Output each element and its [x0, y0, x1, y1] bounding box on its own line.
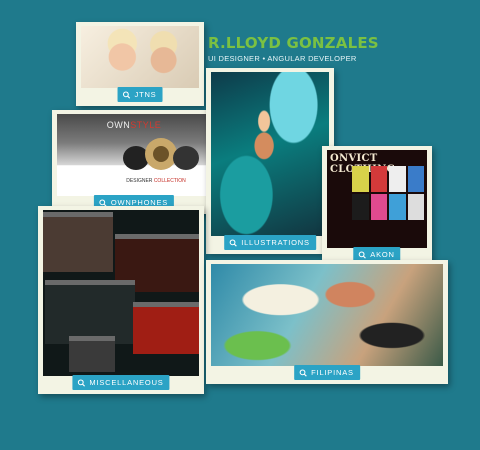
zoom-icon: [299, 368, 307, 377]
portfolio-label-jtns[interactable]: JTNS: [117, 87, 163, 102]
filipinas-thumbnail: [211, 264, 443, 366]
portfolio-card-illustrations[interactable]: ILLUSTRATIONS: [206, 68, 334, 254]
site-title: R.LLOYD GONZALES: [208, 34, 379, 52]
portfolio-label-text: ILLUSTRATIONS: [241, 238, 310, 247]
portfolio-card-miscellaneous[interactable]: MISCELLANEOUS: [38, 206, 204, 394]
miscellaneous-thumbnail: [43, 210, 199, 376]
zoom-icon: [77, 378, 86, 387]
portfolio-label-text: MISCELLANEOUS: [89, 378, 164, 387]
portfolio-label-miscellaneous[interactable]: MISCELLANEOUS: [72, 375, 170, 390]
ownphones-thumbnail: OWNSTYLE DESIGNER COLLECTION: [57, 114, 211, 196]
portfolio-label-text: AKON: [370, 250, 395, 259]
ownphones-thumb-title: OWNSTYLE: [106, 120, 162, 130]
zoom-icon: [122, 90, 131, 99]
akon-thumbnail: ONVICT CLOTHING: [327, 150, 427, 248]
headphones-artwork: [122, 138, 199, 170]
ownphones-thumb-caption: DESIGNER COLLECTION: [126, 178, 186, 184]
jtns-thumbnail: [81, 26, 199, 88]
zoom-icon: [229, 238, 237, 247]
akon-thumb-grid: [352, 166, 424, 220]
portfolio-card-ownphones[interactable]: OWNSTYLE DESIGNER COLLECTION OWNPHONES: [52, 110, 216, 214]
portfolio-label-filipinas[interactable]: FILIPINAS: [294, 365, 360, 380]
site-subtitle: UI DESIGNER • ANGULAR DEVELOPER: [208, 54, 357, 63]
portfolio-card-jtns[interactable]: JTNS: [76, 22, 204, 106]
zoom-icon: [358, 250, 366, 259]
portfolio-label-illustrations[interactable]: ILLUSTRATIONS: [224, 235, 316, 250]
portfolio-card-filipinas[interactable]: FILIPINAS: [206, 260, 448, 384]
site-header: R.LLOYD GONZALES UI DESIGNER • ANGULAR D…: [208, 34, 379, 63]
portfolio-label-text: JTNS: [134, 90, 157, 99]
portfolio-card-akon[interactable]: ONVICT CLOTHING AKON: [322, 146, 432, 266]
illustrations-thumbnail: [211, 72, 329, 236]
portfolio-label-text: FILIPINAS: [311, 368, 354, 377]
